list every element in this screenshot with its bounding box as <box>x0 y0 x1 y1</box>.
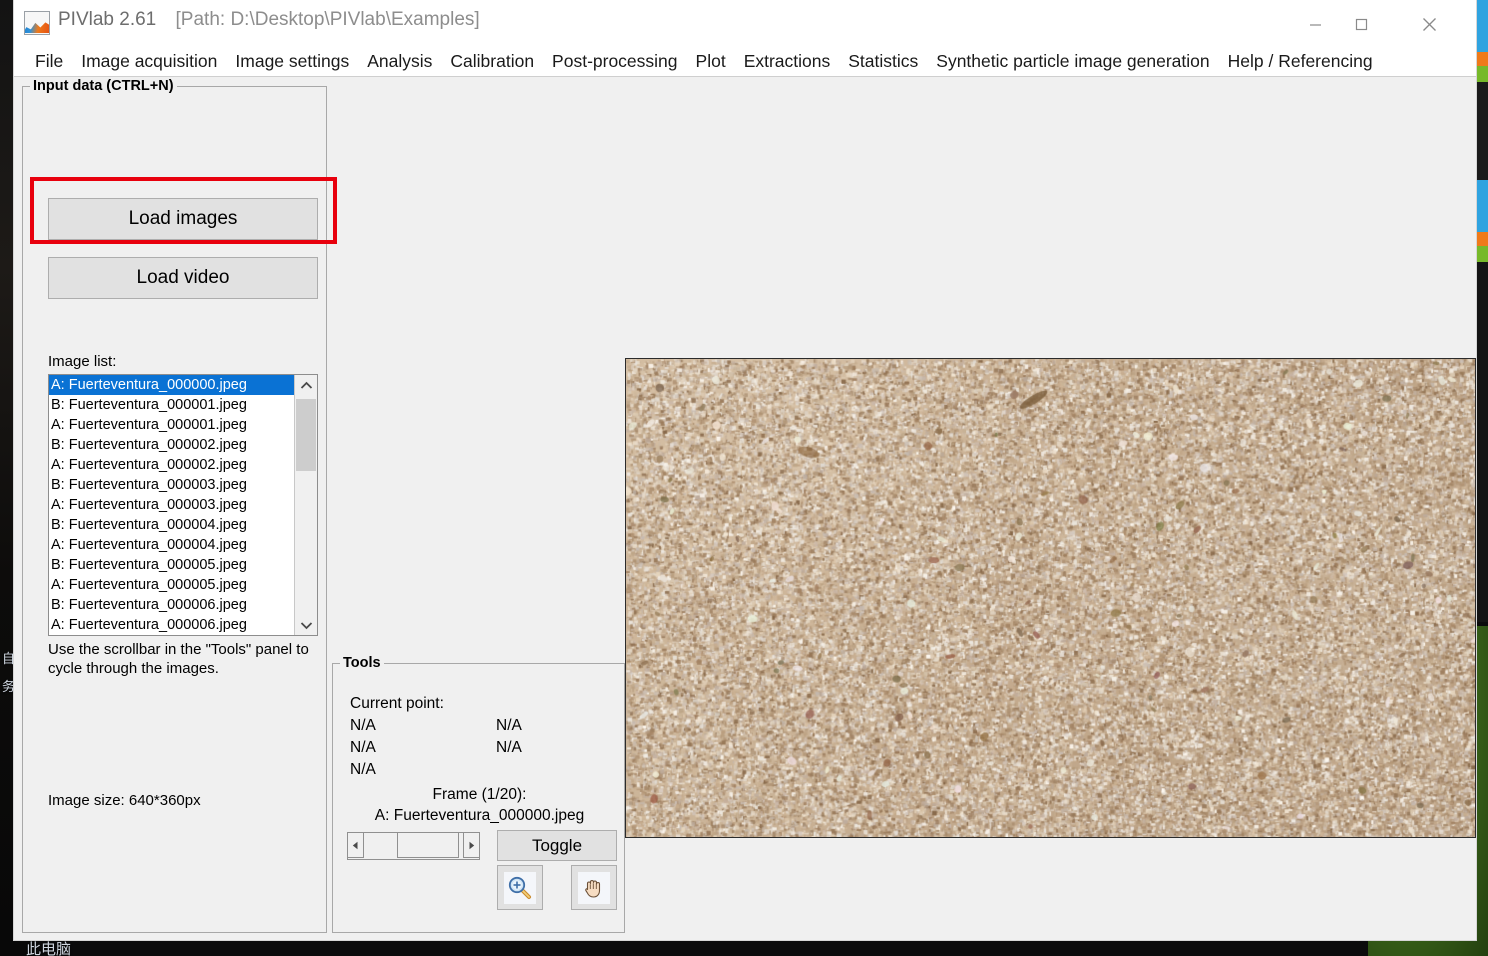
tools-panel-title: Tools <box>340 655 384 671</box>
frame-scrollbar[interactable] <box>347 832 480 860</box>
image-list-item[interactable]: A: Fuerteventura_000000.jpeg <box>49 375 295 395</box>
frame-filename-label: A: Fuerteventura_000000.jpeg <box>374 807 585 824</box>
image-list-label: Image list: <box>48 353 117 370</box>
current-point-label: Current point: <box>350 695 444 712</box>
frame-scroll-right-arrow-icon[interactable] <box>463 832 480 858</box>
image-list-scrollbar[interactable] <box>294 375 317 635</box>
menu-file[interactable]: File <box>26 49 72 73</box>
window-title-path: [Path: D:\Desktop\PIVlab\Examples] <box>175 9 480 30</box>
image-list-item[interactable]: A: Fuerteventura_000002.jpeg <box>49 455 295 475</box>
image-list-item[interactable]: B: Fuerteventura_000006.jpeg <box>49 595 295 615</box>
image-preview-axes[interactable] <box>625 358 1476 838</box>
current-point-value-v: N/A <box>496 739 522 756</box>
image-list-item[interactable]: B: Fuerteventura_000005.jpeg <box>49 555 295 575</box>
frame-scroll-left-arrow-icon[interactable] <box>347 832 364 858</box>
pivlab-main-window: PIVlab 2.61 [Path: D:\Desktop\PIVlab\Exa… <box>14 0 1476 940</box>
menu-image-settings[interactable]: Image settings <box>226 49 358 73</box>
image-list-item[interactable]: B: Fuerteventura_000004.jpeg <box>49 515 295 535</box>
zoom-in-tool-button[interactable] <box>497 865 543 910</box>
sand-image <box>626 359 1475 837</box>
desktop-icon-label-this-pc[interactable]: 此电脑 <box>26 938 71 956</box>
frame-info: Frame (1/20): A: Fuerteventura_000000.jp… <box>333 784 626 826</box>
scrollbar-hint-text: Use the scrollbar in the "Tools" panel t… <box>48 641 309 677</box>
input-data-panel-title: Input data (CTRL+N) <box>30 78 177 94</box>
current-point-value-u: N/A <box>496 717 522 734</box>
image-list-item[interactable]: A: Fuerteventura_000004.jpeg <box>49 535 295 555</box>
menu-calibration[interactable]: Calibration <box>441 49 543 73</box>
menu-plot[interactable]: Plot <box>687 49 735 73</box>
image-size-label: Image size: 640*360px <box>48 792 201 809</box>
pan-hand-icon <box>578 871 610 904</box>
menu-help-referencing[interactable]: Help / Referencing <box>1219 49 1382 73</box>
menu-statistics[interactable]: Statistics <box>839 49 927 73</box>
zoom-in-magnifier-icon <box>504 871 536 904</box>
image-list-item[interactable]: A: Fuerteventura_000003.jpeg <box>49 495 295 515</box>
image-list-items: A: Fuerteventura_000000.jpeg B: Fuerteven… <box>49 375 295 635</box>
image-list-listbox[interactable]: A: Fuerteventura_000000.jpeg B: Fuerteven… <box>48 374 318 636</box>
image-list-item[interactable]: B: Fuerteventura_000002.jpeg <box>49 435 295 455</box>
input-data-panel: Input data (CTRL+N) Load images Load vid… <box>22 78 327 933</box>
pan-tool-button[interactable] <box>571 865 617 910</box>
menu-image-acquisition[interactable]: Image acquisition <box>72 49 226 73</box>
scroll-up-arrow-icon[interactable] <box>295 375 317 395</box>
screen-root: 自 务 此电脑 PIVlab 2.61 [Path: D:\Desktop\PI… <box>0 0 1488 956</box>
frame-counter-label: Frame (1/20): <box>432 786 527 803</box>
menu-post-processing[interactable]: Post-processing <box>543 49 686 73</box>
image-list-item[interactable]: A: Fuerteventura_000005.jpeg <box>49 575 295 595</box>
current-point-value-x: N/A <box>350 717 376 734</box>
pivlab-app-icon <box>24 11 50 35</box>
window-close-button[interactable] <box>1406 8 1452 40</box>
image-list-scroll-thumb[interactable] <box>296 399 316 471</box>
window-maximize-button[interactable] <box>1338 8 1384 40</box>
window-minimize-button[interactable] <box>1292 8 1338 40</box>
window-title: PIVlab 2.61 [Path: D:\Desktop\PIVlab\Exa… <box>58 9 480 31</box>
tools-panel: Tools Current point: N/A N/A N/A N/A N/A… <box>332 655 626 933</box>
window-title-app: PIVlab 2.61 <box>58 9 157 30</box>
window-client-area: Input data (CTRL+N) Load images Load vid… <box>14 77 1476 939</box>
menu-analysis[interactable]: Analysis <box>358 49 441 73</box>
load-images-button[interactable]: Load images <box>48 198 318 240</box>
current-point-value-extra: N/A <box>350 761 376 778</box>
image-list-item[interactable]: A: Fuerteventura_000001.jpeg <box>49 415 295 435</box>
load-video-button[interactable]: Load video <box>48 257 318 299</box>
app-icon-wave-glyph <box>25 22 49 33</box>
menu-synthetic-particle-image-generation[interactable]: Synthetic particle image generation <box>927 49 1218 73</box>
image-list-item[interactable]: A: Fuerteventura_000006.jpeg <box>49 615 295 635</box>
image-list-item[interactable]: B: Fuerteventura_000003.jpeg <box>49 475 295 495</box>
window-titlebar: PIVlab 2.61 [Path: D:\Desktop\PIVlab\Exa… <box>14 0 1476 46</box>
menu-extractions[interactable]: Extractions <box>735 49 840 73</box>
main-menubar: File Image acquisition Image settings An… <box>14 46 1476 77</box>
frame-scroll-thumb[interactable] <box>397 832 459 858</box>
toggle-button[interactable]: Toggle <box>497 830 617 861</box>
scroll-down-arrow-icon[interactable] <box>295 615 317 635</box>
current-point-value-y: N/A <box>350 739 376 756</box>
image-list-item[interactable]: B: Fuerteventura_000001.jpeg <box>49 395 295 415</box>
